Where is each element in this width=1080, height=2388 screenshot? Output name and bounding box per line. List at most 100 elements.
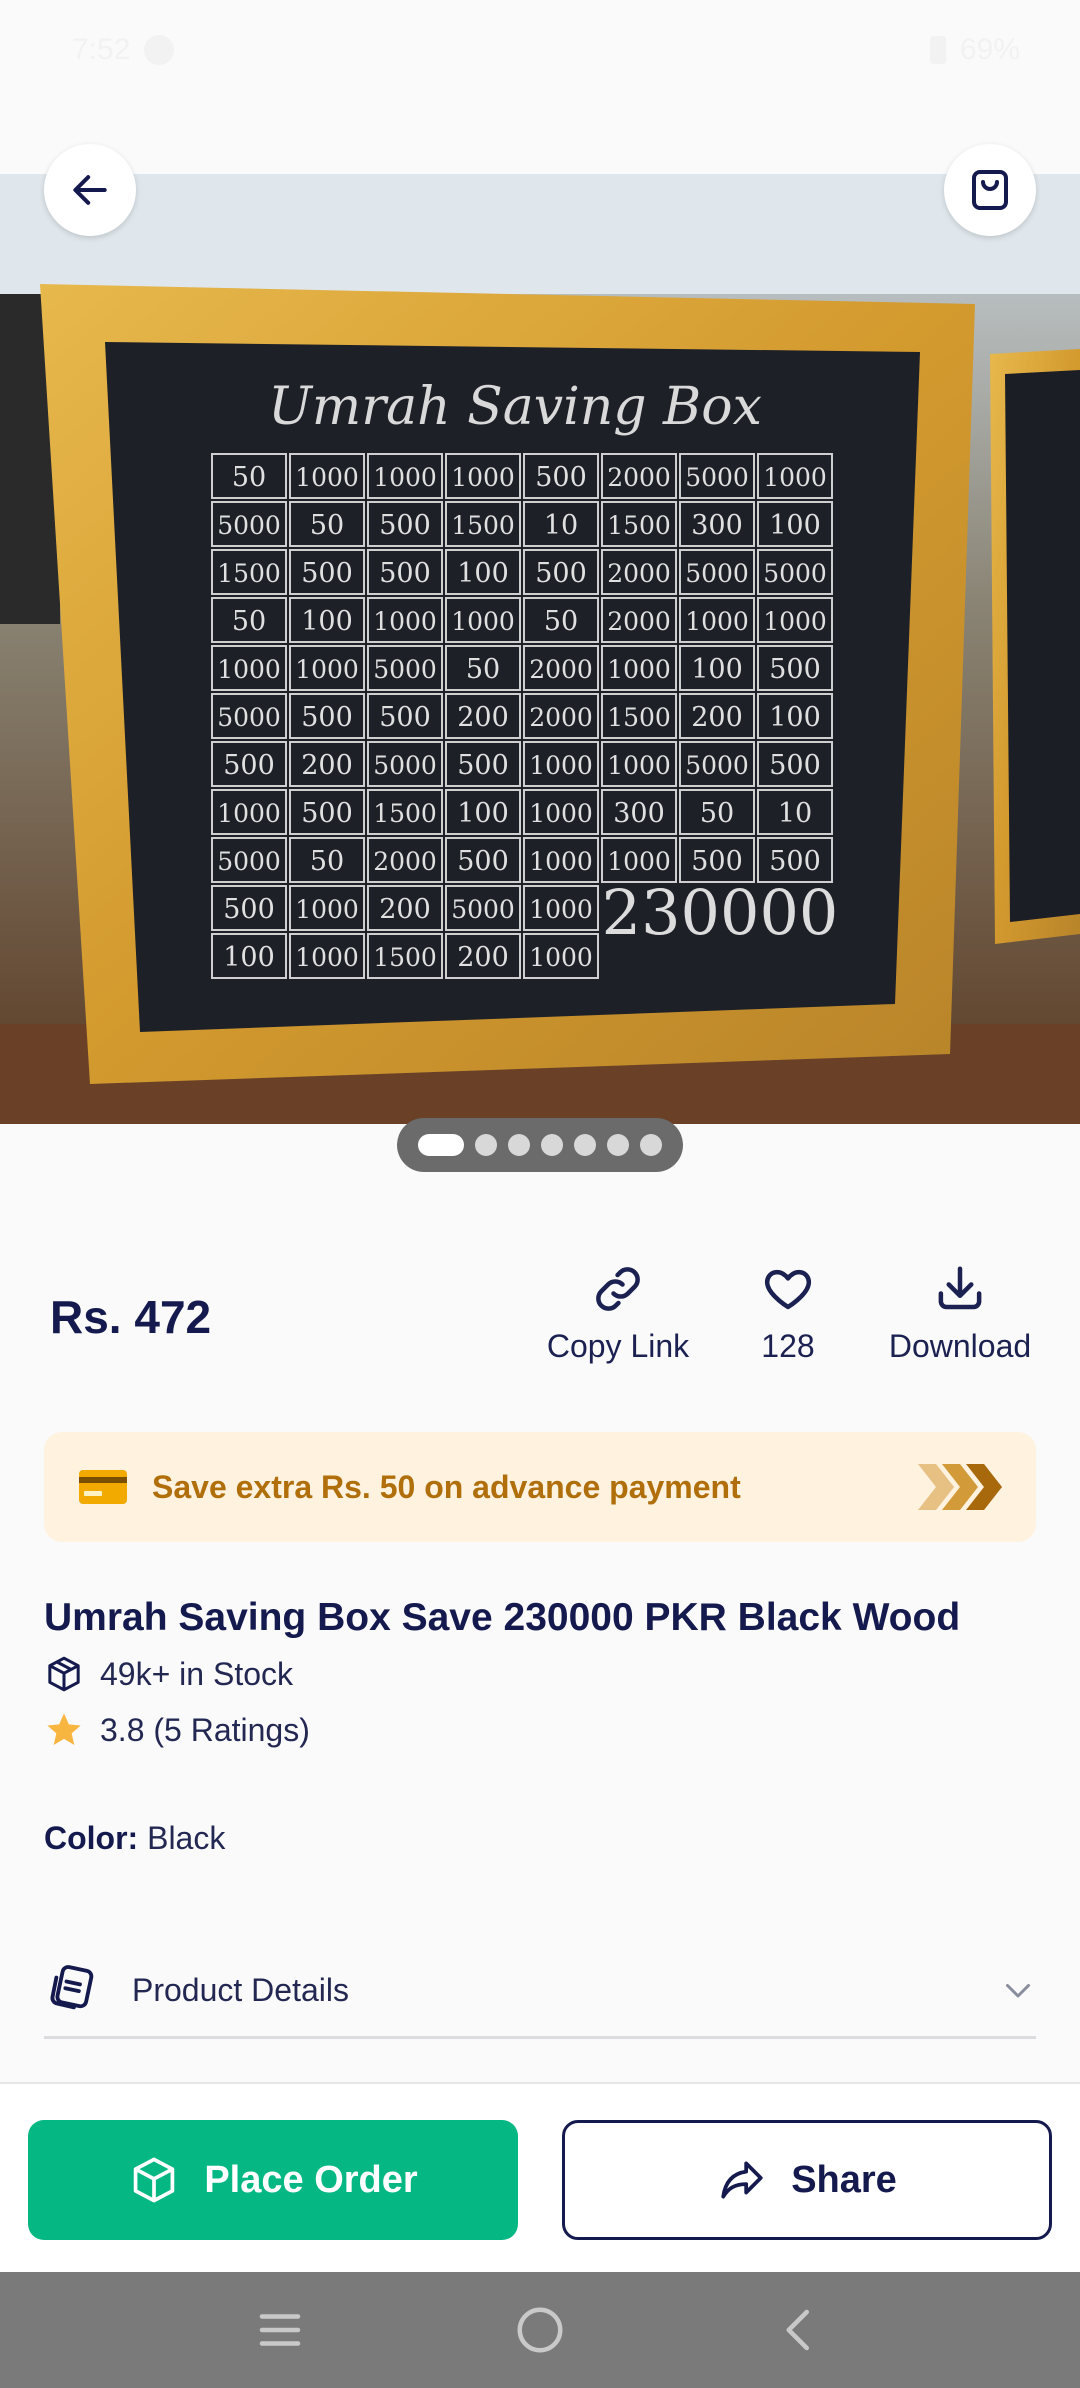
product-details-label: Product Details: [132, 1971, 349, 2008]
grid-cell-value: 1000: [295, 655, 359, 684]
product-details-accordion[interactable]: Product Details: [44, 1940, 1036, 2040]
grid-cell-value: 1000: [217, 799, 281, 828]
grid-cell-value: 500: [535, 558, 587, 589]
like-count: 128: [761, 1328, 815, 1364]
stock-row: 49k+ in Stock: [44, 1654, 293, 1694]
grid-cell-value: 200: [691, 702, 743, 733]
grid-cell-value: 1000: [529, 847, 593, 876]
grid-cell-value: 500: [457, 846, 509, 877]
recents-icon[interactable]: [253, 2303, 307, 2357]
grid-cell-value: 2000: [373, 847, 437, 876]
grid-cell-value: 100: [223, 942, 275, 973]
link-icon: [596, 1267, 640, 1311]
grid-cell-value: 500: [769, 846, 821, 877]
grid-cell-value: 1000: [451, 463, 515, 492]
box-icon: [134, 2157, 175, 2203]
grid-cell-value: 1500: [217, 559, 281, 588]
rating-row[interactable]: 3.8 (5 Ratings): [44, 1710, 310, 1750]
grid-cell-value: 2000: [529, 703, 593, 732]
grid-cell-value: 5000: [373, 751, 437, 780]
grid-cell-value: 50: [700, 798, 734, 829]
grid-cell-value: 500: [691, 846, 743, 877]
grid-cell-value: 1000: [607, 655, 671, 684]
box-total: 230000: [602, 876, 839, 949]
grid-cell-value: 10: [544, 510, 578, 541]
download-label: Download: [888, 1328, 1032, 1364]
gallery-dot[interactable]: [640, 1134, 662, 1156]
heart-icon: [764, 1269, 812, 1310]
status-right: 69%: [929, 33, 1020, 67]
grid-cell-value: 300: [691, 510, 743, 541]
color-selector[interactable]: Color: Black: [44, 1820, 225, 1857]
grid-cell-value: 100: [457, 558, 509, 589]
place-order-label: Place Order: [204, 2158, 418, 2201]
like-button[interactable]: 128: [740, 1262, 836, 1365]
grid-cell-value: 100: [301, 606, 353, 637]
chevron-down-icon: [1006, 1984, 1030, 1998]
notification-icon: [144, 35, 175, 65]
details-divider: [44, 2036, 1036, 2039]
copy-link-label: Copy Link: [546, 1328, 690, 1364]
promo-text: Save extra Rs. 50 on advance payment: [152, 1468, 741, 1505]
grid-cell-value: 1000: [373, 607, 437, 636]
grid-cell-value: 500: [379, 558, 431, 589]
status-left: 7:52: [72, 33, 175, 67]
details-icon: [50, 1965, 94, 2010]
grid-cell-value: 1000: [529, 895, 593, 924]
grid-cell-value: 1000: [607, 751, 671, 780]
grid-cell-value: 5000: [217, 847, 281, 876]
grid-cell-value: 1500: [607, 703, 671, 732]
grid-cell-value: 100: [457, 798, 509, 829]
gallery-dot[interactable]: [607, 1134, 629, 1156]
advance-payment-banner[interactable]: Save extra Rs. 50 on advance payment: [44, 1432, 1036, 1542]
grid-cell-value: 500: [535, 462, 587, 493]
grid-cell-value: 50: [544, 606, 578, 637]
grid-cell-value: 1000: [373, 463, 437, 492]
status-time: 7:52: [72, 33, 131, 66]
place-order-button[interactable]: Place Order: [28, 2120, 518, 2240]
grid-cell-value: 1000: [529, 943, 593, 972]
stock-text: 49k+ in Stock: [100, 1655, 293, 1692]
system-nav-bar: [0, 2272, 1080, 2388]
grid-cell-value: 500: [379, 510, 431, 541]
grid-cell-value: 5000: [217, 703, 281, 732]
gallery-dot[interactable]: [418, 1134, 464, 1156]
cart-button[interactable]: [944, 144, 1036, 236]
gallery-dot[interactable]: [475, 1134, 497, 1156]
grid-cell-value: 1500: [373, 943, 437, 972]
grid-cell-value: 500: [223, 894, 275, 925]
grid-cell-value: 1500: [451, 511, 515, 540]
download-button[interactable]: Download: [878, 1262, 1042, 1365]
bottom-action-bar: Place Order Share: [0, 2082, 1080, 2272]
share-button[interactable]: Share: [562, 2120, 1052, 2240]
product-image-gallery[interactable]: 50 1000 1000 1000 500 2000 5000 1000 5000 50 500 15…: [0, 174, 1080, 1124]
grid-cell-value: 500: [301, 702, 353, 733]
gallery-dot[interactable]: [574, 1134, 596, 1156]
gallery-pagination[interactable]: [397, 1118, 683, 1172]
grid-cell-value: 200: [379, 894, 431, 925]
grid-cell-value: 500: [223, 750, 275, 781]
grid-cell-value: 5000: [373, 655, 437, 684]
status-bar: 7:52 69%: [0, 0, 1080, 100]
back-button[interactable]: [44, 144, 136, 236]
box-heading: Umrah Saving Box: [268, 377, 762, 437]
back-arrow-icon: [73, 175, 107, 205]
grid-cell-value: 1000: [451, 607, 515, 636]
copy-link-button[interactable]: Copy Link: [540, 1262, 696, 1365]
grid-cell-value: 50: [466, 654, 500, 685]
grid-cell-value: 5000: [763, 559, 827, 588]
star-icon: [47, 1713, 81, 1745]
box-icon: [48, 1656, 80, 1692]
grid-cell-value: 2000: [607, 607, 671, 636]
gallery-dot[interactable]: [541, 1134, 563, 1156]
grid-cell-value: 5000: [685, 751, 749, 780]
grid-cell-value: 100: [769, 702, 821, 733]
gallery-dot[interactable]: [508, 1134, 530, 1156]
nav-back-icon[interactable]: [773, 2303, 827, 2357]
grid-cell-value: 500: [301, 798, 353, 829]
grid-cell-value: 1000: [685, 607, 749, 636]
grid-cell-value: 1000: [529, 751, 593, 780]
home-icon[interactable]: [513, 2303, 567, 2357]
grid-cell-value: 100: [769, 510, 821, 541]
photo-right-panel: [1005, 370, 1080, 922]
